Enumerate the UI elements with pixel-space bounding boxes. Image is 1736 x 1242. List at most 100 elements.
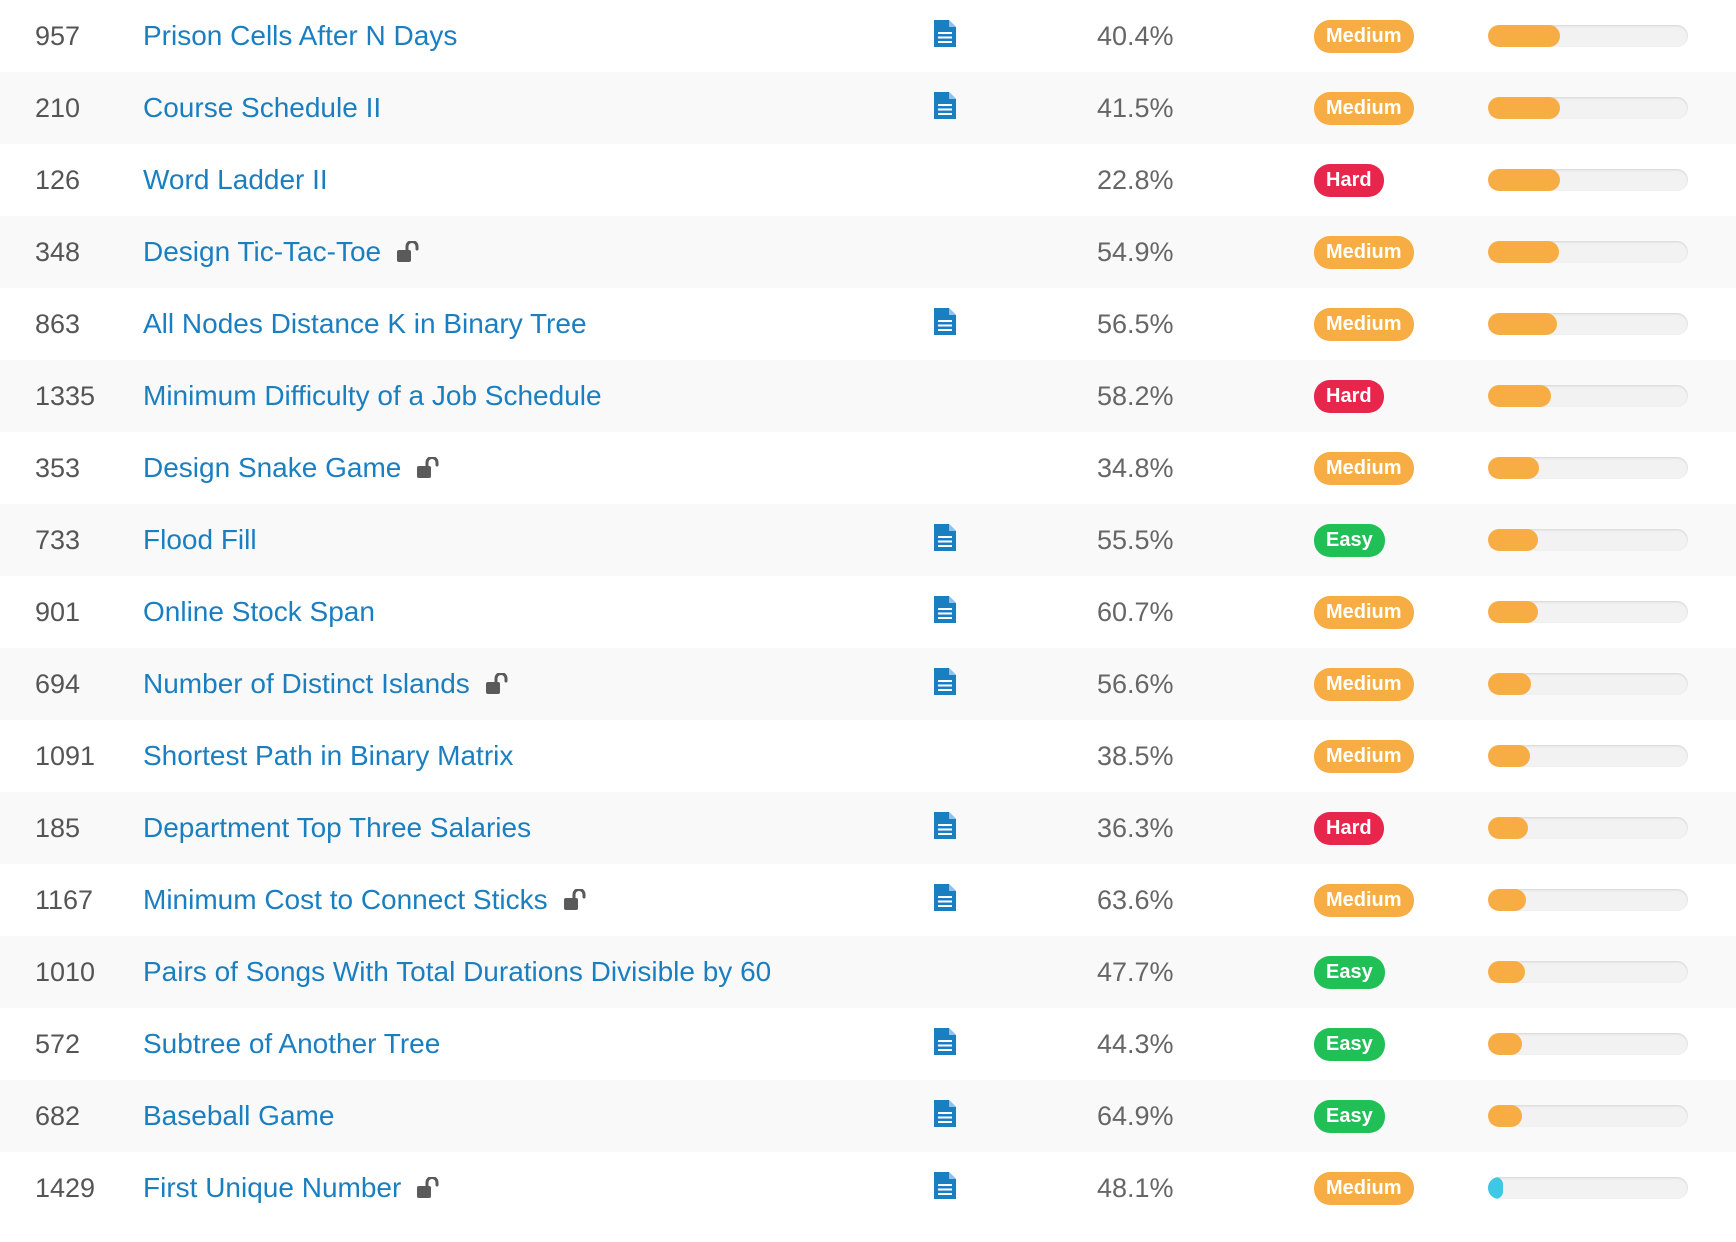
frequency-bar [1488, 1105, 1688, 1127]
document-icon[interactable] [934, 524, 956, 556]
difficulty-badge: Medium [1314, 451, 1414, 485]
problem-title-link[interactable]: Prison Cells After N Days [143, 20, 457, 52]
problem-title-cell: Number of Distinct Islands [143, 648, 511, 720]
acceptance-rate: 56.6% [1097, 668, 1174, 699]
document-icon[interactable] [934, 308, 956, 340]
frequency-bar [1488, 385, 1688, 407]
frequency-bar-fill [1488, 817, 1528, 839]
problem-id: 348 [35, 236, 81, 267]
problem-title-link[interactable]: Baseball Game [143, 1100, 334, 1132]
problem-id: 901 [35, 596, 81, 627]
difficulty-badge: Medium [1314, 667, 1414, 701]
solution-cell [933, 432, 957, 504]
document-icon[interactable] [934, 596, 956, 628]
frequency-bar-fill [1488, 169, 1560, 191]
frequency-bar-fill [1488, 1177, 1503, 1199]
problem-title-link[interactable]: Minimum Difficulty of a Job Schedule [143, 380, 602, 412]
problem-title-link[interactable]: Word Ladder II [143, 164, 328, 196]
document-icon[interactable] [934, 92, 956, 124]
problem-id: 682 [35, 1100, 81, 1131]
frequency-cell [1488, 216, 1688, 288]
problem-title-link[interactable]: Design Snake Game [143, 452, 401, 484]
problem-id: 1010 [35, 956, 96, 987]
problem-id: 126 [35, 164, 81, 195]
frequency-bar [1488, 889, 1688, 911]
document-icon[interactable] [934, 20, 956, 52]
difficulty-cell: Easy [1314, 504, 1385, 576]
table-row: 901 Online Stock Span 60.7% Medium [0, 576, 1736, 648]
solution-cell [933, 72, 957, 144]
problem-title-link[interactable]: All Nodes Distance K in Binary Tree [143, 308, 587, 340]
solution-cell [933, 864, 957, 936]
frequency-bar-fill [1488, 313, 1557, 335]
acceptance-rate: 41.5% [1097, 92, 1174, 123]
table-row: 572 Subtree of Another Tree 44.3% Easy [0, 1008, 1736, 1080]
problem-title-cell: Baseball Game [143, 1080, 334, 1152]
problem-title-link[interactable]: Shortest Path in Binary Matrix [143, 740, 513, 772]
solution-cell [933, 648, 957, 720]
problem-table: 957 Prison Cells After N Days 40.4% Medi… [0, 0, 1736, 1224]
difficulty-cell: Hard [1314, 360, 1384, 432]
problem-id: 185 [35, 812, 81, 843]
frequency-bar-fill [1488, 1033, 1522, 1055]
table-row: 126 Word Ladder II 22.8% Hard [0, 144, 1736, 216]
document-icon[interactable] [934, 1028, 956, 1060]
frequency-bar-fill [1488, 1105, 1522, 1127]
difficulty-badge: Medium [1314, 1171, 1414, 1205]
acceptance-rate: 64.9% [1097, 1100, 1174, 1131]
frequency-cell [1488, 360, 1688, 432]
table-row: 957 Prison Cells After N Days 40.4% Medi… [0, 0, 1736, 72]
difficulty-badge: Medium [1314, 235, 1414, 269]
table-row: 1010 Pairs of Songs With Total Durations… [0, 936, 1736, 1008]
frequency-cell [1488, 792, 1688, 864]
acceptance-rate: 22.8% [1097, 164, 1174, 195]
problem-title-link[interactable]: Course Schedule II [143, 92, 381, 124]
problem-title-link[interactable]: Flood Fill [143, 524, 257, 556]
frequency-cell [1488, 144, 1688, 216]
problem-title-cell: Prison Cells After N Days [143, 0, 457, 72]
frequency-cell [1488, 864, 1688, 936]
problem-title-cell: Shortest Path in Binary Matrix [143, 720, 513, 792]
acceptance-rate: 54.9% [1097, 236, 1174, 267]
difficulty-cell: Medium [1314, 0, 1414, 72]
difficulty-cell: Medium [1314, 216, 1414, 288]
acceptance-rate: 55.5% [1097, 524, 1174, 555]
problem-title-link[interactable]: Online Stock Span [143, 596, 375, 628]
table-row: 1429 First Unique Number 48.1% Medium [0, 1152, 1736, 1224]
document-icon[interactable] [934, 1100, 956, 1132]
problem-title-link[interactable]: Department Top Three Salaries [143, 812, 531, 844]
acceptance-rate: 40.4% [1097, 20, 1174, 51]
problem-title-link[interactable]: Number of Distinct Islands [143, 668, 470, 700]
difficulty-badge: Medium [1314, 91, 1414, 125]
solution-cell [933, 504, 957, 576]
problem-title-link[interactable]: First Unique Number [143, 1172, 401, 1204]
problem-title-link[interactable]: Minimum Cost to Connect Sticks [143, 884, 548, 916]
solution-cell [933, 144, 957, 216]
problem-id: 694 [35, 668, 81, 699]
difficulty-cell: Easy [1314, 1008, 1385, 1080]
frequency-bar [1488, 169, 1688, 191]
frequency-bar-fill [1488, 601, 1538, 623]
document-icon[interactable] [934, 668, 956, 700]
frequency-bar [1488, 457, 1688, 479]
difficulty-badge: Hard [1314, 379, 1384, 413]
document-icon[interactable] [934, 812, 956, 844]
frequency-bar [1488, 313, 1688, 335]
document-icon[interactable] [934, 884, 956, 916]
problem-title-link[interactable]: Pairs of Songs With Total Durations Divi… [143, 956, 771, 988]
difficulty-cell: Hard [1314, 792, 1384, 864]
difficulty-cell: Medium [1314, 432, 1414, 504]
frequency-bar [1488, 1033, 1688, 1055]
problem-title-link[interactable]: Design Tic-Tac-Toe [143, 236, 381, 268]
frequency-bar [1488, 1177, 1688, 1199]
document-icon[interactable] [934, 1172, 956, 1204]
frequency-bar-fill [1488, 529, 1538, 551]
difficulty-cell: Medium [1314, 72, 1414, 144]
problem-title-cell: Minimum Cost to Connect Sticks [143, 864, 589, 936]
difficulty-cell: Medium [1314, 864, 1414, 936]
unlock-icon [563, 889, 589, 911]
unlock-icon [396, 241, 422, 263]
difficulty-badge: Medium [1314, 307, 1414, 341]
problem-title-cell: Flood Fill [143, 504, 257, 576]
problem-title-link[interactable]: Subtree of Another Tree [143, 1028, 440, 1060]
